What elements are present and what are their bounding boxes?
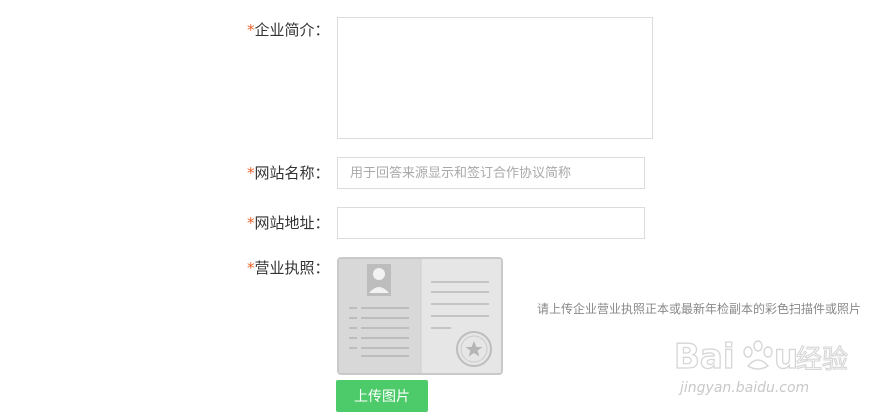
site-name-label: *网站名称： (247, 164, 330, 182)
required-mark: * (247, 164, 255, 182)
svg-text:u: u (774, 337, 798, 377)
avatar-icon (367, 264, 391, 296)
svg-text:Bai: Bai (674, 337, 735, 377)
company-intro-textarea[interactable] (337, 17, 653, 139)
license-label: *营业执照： (247, 259, 330, 277)
intro-label: *企业简介： (247, 21, 330, 39)
upload-hint-text: 请上传企业营业执照正本或最新年检副本的彩色扫描件或照片 (537, 302, 862, 316)
site-url-label: *网站地址： (247, 214, 330, 232)
svg-text:经验: 经验 (796, 345, 848, 375)
required-mark: * (247, 259, 255, 277)
watermark-url: jingyan.baidu.com (680, 380, 810, 396)
required-mark: * (247, 21, 255, 39)
site-name-input[interactable] (337, 157, 645, 189)
license-sample-image (337, 257, 503, 375)
site-url-input[interactable] (337, 207, 645, 239)
upload-image-button[interactable]: 上传图片 (336, 380, 428, 412)
required-mark: * (247, 214, 255, 232)
